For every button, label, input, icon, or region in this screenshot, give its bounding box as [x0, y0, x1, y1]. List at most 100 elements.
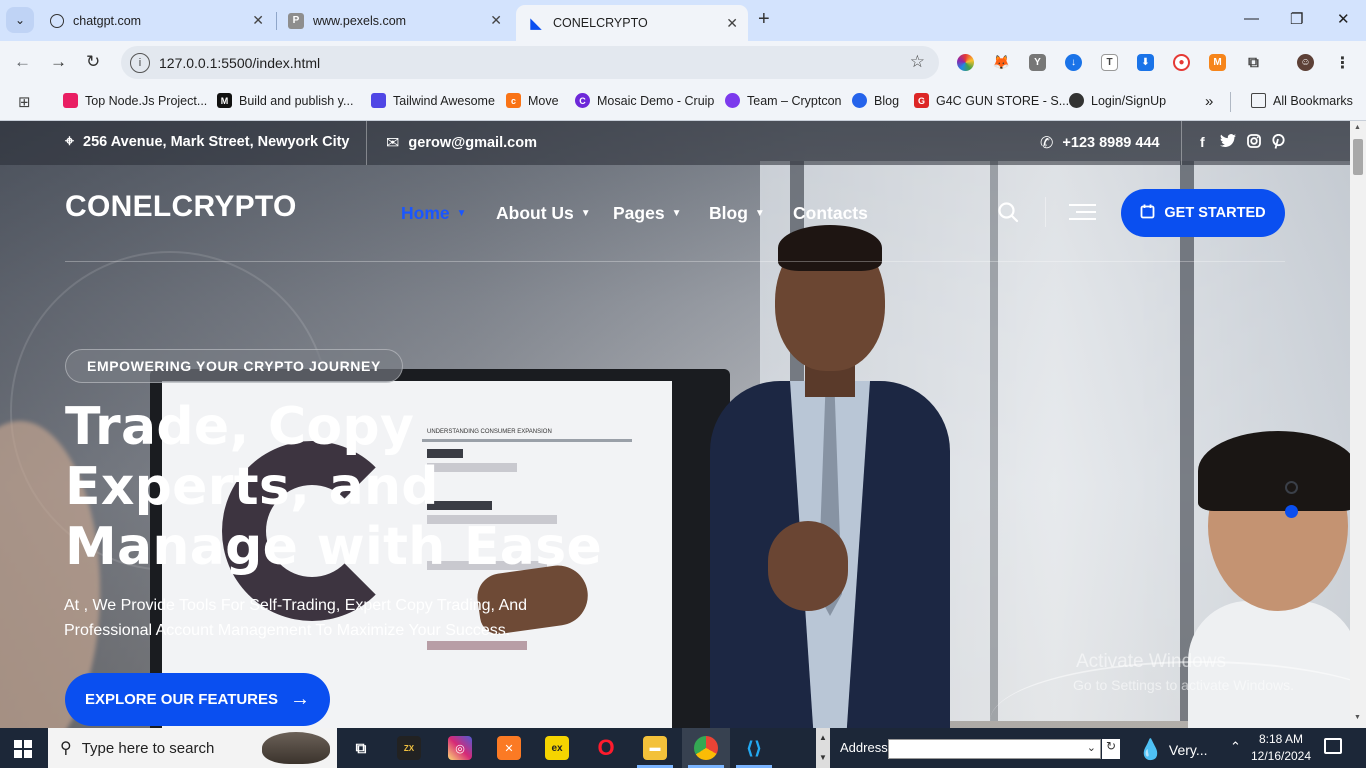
bookmark-item[interactable]: C Mosaic Demo - Cruip — [575, 93, 714, 108]
scroll-up-arrow-icon[interactable]: ▲ — [1354, 124, 1361, 131]
get-started-button[interactable]: GET STARTED — [1121, 189, 1285, 237]
slider-dot-active[interactable] — [1285, 505, 1298, 518]
tab-pexels[interactable]: P www.pexels.com ✕ — [276, 6, 512, 35]
xampp-icon[interactable]: ✕ — [497, 736, 521, 760]
text-extension-icon[interactable]: T — [1101, 54, 1118, 71]
url-text[interactable]: 127.0.0.1:5500/index.html — [159, 55, 320, 71]
chevron-down-icon: ▼ — [580, 208, 591, 219]
downloader-extension-icon[interactable]: ⬇ — [1137, 54, 1154, 71]
notification-center-icon[interactable] — [1324, 738, 1342, 754]
system-clock[interactable]: 8:18 AM 12/16/2024 — [1248, 731, 1314, 765]
instagram-app-icon[interactable]: ◎ — [448, 736, 472, 760]
windows-start-icon[interactable] — [14, 740, 32, 758]
browser-menu-icon[interactable]: ⋮ — [1334, 54, 1351, 72]
reload-icon[interactable]: ↻ — [86, 52, 100, 72]
bookmark-favicon-icon: G — [914, 93, 929, 108]
email-text[interactable]: gerow@gmail.com — [408, 135, 537, 151]
back-icon[interactable]: ← — [14, 52, 31, 72]
email-item[interactable]: ✉ gerow@gmail.com — [386, 133, 537, 153]
new-tab-icon[interactable]: + — [758, 8, 770, 31]
folder-icon — [1251, 93, 1266, 108]
address-bar[interactable]: i 127.0.0.1:5500/index.html ☆ — [121, 46, 939, 79]
vscode-icon[interactable]: ⟨⟩ — [742, 736, 766, 760]
search-icon[interactable] — [997, 201, 1019, 223]
download-cloud-extension-icon[interactable]: ↓ — [1065, 54, 1082, 71]
bookmark-item[interactable]: Top Node.Js Project... — [63, 93, 207, 108]
tab-title: chatgpt.com — [73, 13, 142, 28]
exness-app-icon[interactable]: ZX — [397, 736, 421, 760]
nav-blog[interactable]: Blog ▼ — [709, 203, 765, 224]
bookmark-star-icon[interactable]: ☆ — [910, 52, 925, 72]
search-icon: ⚲ — [60, 740, 72, 757]
extensions-puzzle-icon[interactable]: ⧉ — [1245, 54, 1262, 71]
nav-pages[interactable]: Pages ▼ — [613, 203, 681, 224]
close-tab-icon[interactable]: ✕ — [726, 15, 738, 32]
bookmark-label: Blog — [874, 93, 900, 108]
nav-home[interactable]: Home ▼ — [401, 203, 467, 224]
dropdown-arrow-icon[interactable]: ⌄ — [1087, 741, 1096, 754]
profile-avatar[interactable]: ☺ — [1297, 54, 1314, 71]
fox-extension-icon[interactable]: 🦊 — [993, 54, 1010, 71]
address-go-icon[interactable]: ↻ — [1102, 739, 1120, 759]
slider-dot[interactable] — [1285, 481, 1298, 494]
y-extension-icon[interactable]: Y — [1029, 54, 1046, 71]
bookmark-item[interactable]: Login/SignUp — [1069, 93, 1166, 108]
bookmark-item[interactable]: Blog — [852, 93, 899, 108]
weather-widget[interactable]: 💧 Very... — [1138, 737, 1208, 762]
hero-subtitle: At , We Provide Tools For Self-Trading, … — [64, 597, 528, 639]
bookmark-item[interactable]: Team – Cryptcon — [725, 93, 841, 108]
nav-about-us[interactable]: About Us ▼ — [496, 203, 591, 224]
close-window-icon[interactable]: ✕ — [1337, 10, 1350, 28]
scroll-down-arrow-icon[interactable]: ▼ — [1354, 714, 1361, 721]
chrome-icon[interactable] — [694, 736, 718, 760]
instagram-icon[interactable] — [1247, 134, 1261, 151]
page-scrollbar[interactable]: ▲ ▼ — [1350, 121, 1366, 728]
bookmark-item[interactable]: Tailwind Awesome — [371, 93, 495, 108]
color-picker-extension-icon[interactable] — [957, 54, 974, 71]
nav-contacts[interactable]: Contacts — [793, 203, 868, 224]
restore-icon[interactable]: ❐ — [1290, 10, 1303, 28]
tab-search-button[interactable]: ⌄ — [6, 7, 34, 33]
conelcrypto-icon: ◣ — [530, 15, 542, 32]
bookmark-item[interactable]: M Build and publish y... — [217, 93, 353, 108]
exness-web-icon[interactable]: ex — [545, 736, 569, 760]
toolbar-scroll-arrows[interactable]: ▲ ▼ — [816, 728, 830, 768]
metamask-icon[interactable]: M — [1209, 54, 1226, 71]
site-logo[interactable]: CONELCRYPTO — [65, 190, 297, 224]
bookmark-item[interactable]: c Move — [506, 93, 559, 108]
bookmark-item[interactable]: G G4C GUN STORE - S... — [914, 93, 1069, 108]
task-view-icon[interactable]: ⧉ — [349, 736, 373, 760]
forward-icon[interactable]: → — [50, 52, 67, 72]
phone-item[interactable]: ✆ +123 8989 444 — [1040, 133, 1160, 153]
phone-text[interactable]: +123 8989 444 — [1062, 135, 1159, 151]
tab-conelcrypto[interactable]: ◣ CONELCRYPTO ✕ — [516, 5, 748, 41]
tab-chatgpt[interactable]: chatgpt.com ✕ — [38, 6, 274, 35]
nav-label: Blog — [709, 203, 748, 223]
bookmark-label: Team – Cryptcon — [747, 93, 842, 108]
more-bookmarks-chevron-icon[interactable]: » — [1205, 93, 1213, 110]
address-toolbar-input[interactable]: ⌄ — [888, 739, 1101, 759]
scrollbar-thumb[interactable] — [1353, 139, 1363, 175]
bookmark-favicon-icon: c — [506, 93, 521, 108]
explore-features-button[interactable]: EXPLORE OUR FEATURES → — [65, 673, 330, 726]
pinterest-icon[interactable] — [1272, 133, 1285, 152]
minimize-icon[interactable]: — — [1244, 10, 1259, 27]
opera-icon[interactable]: O — [594, 735, 618, 760]
file-explorer-icon[interactable]: ▬ — [643, 736, 667, 760]
all-bookmarks-button[interactable]: All Bookmarks — [1251, 93, 1353, 108]
apps-grid-icon[interactable]: ⊞ — [18, 93, 31, 111]
hamburger-menu-icon[interactable] — [1069, 204, 1096, 220]
show-hidden-icons-chevron-icon[interactable]: ⌃ — [1230, 739, 1241, 755]
arrow-right-icon: → — [290, 688, 311, 710]
hero-background-presenter — [690, 225, 990, 728]
tab-title: CONELCRYPTO — [553, 16, 648, 30]
address-toolbar-label: Address — [840, 740, 888, 755]
bookmark-label: Build and publish y... — [239, 93, 354, 108]
close-tab-icon[interactable]: ✕ — [252, 12, 264, 29]
header-bottom-rule — [65, 261, 1285, 262]
site-info-icon[interactable]: i — [130, 52, 150, 73]
facebook-icon[interactable]: f — [1200, 134, 1205, 150]
record-extension-icon[interactable]: ● — [1173, 54, 1190, 71]
close-tab-icon[interactable]: ✕ — [490, 12, 502, 29]
twitter-icon[interactable] — [1220, 134, 1236, 151]
